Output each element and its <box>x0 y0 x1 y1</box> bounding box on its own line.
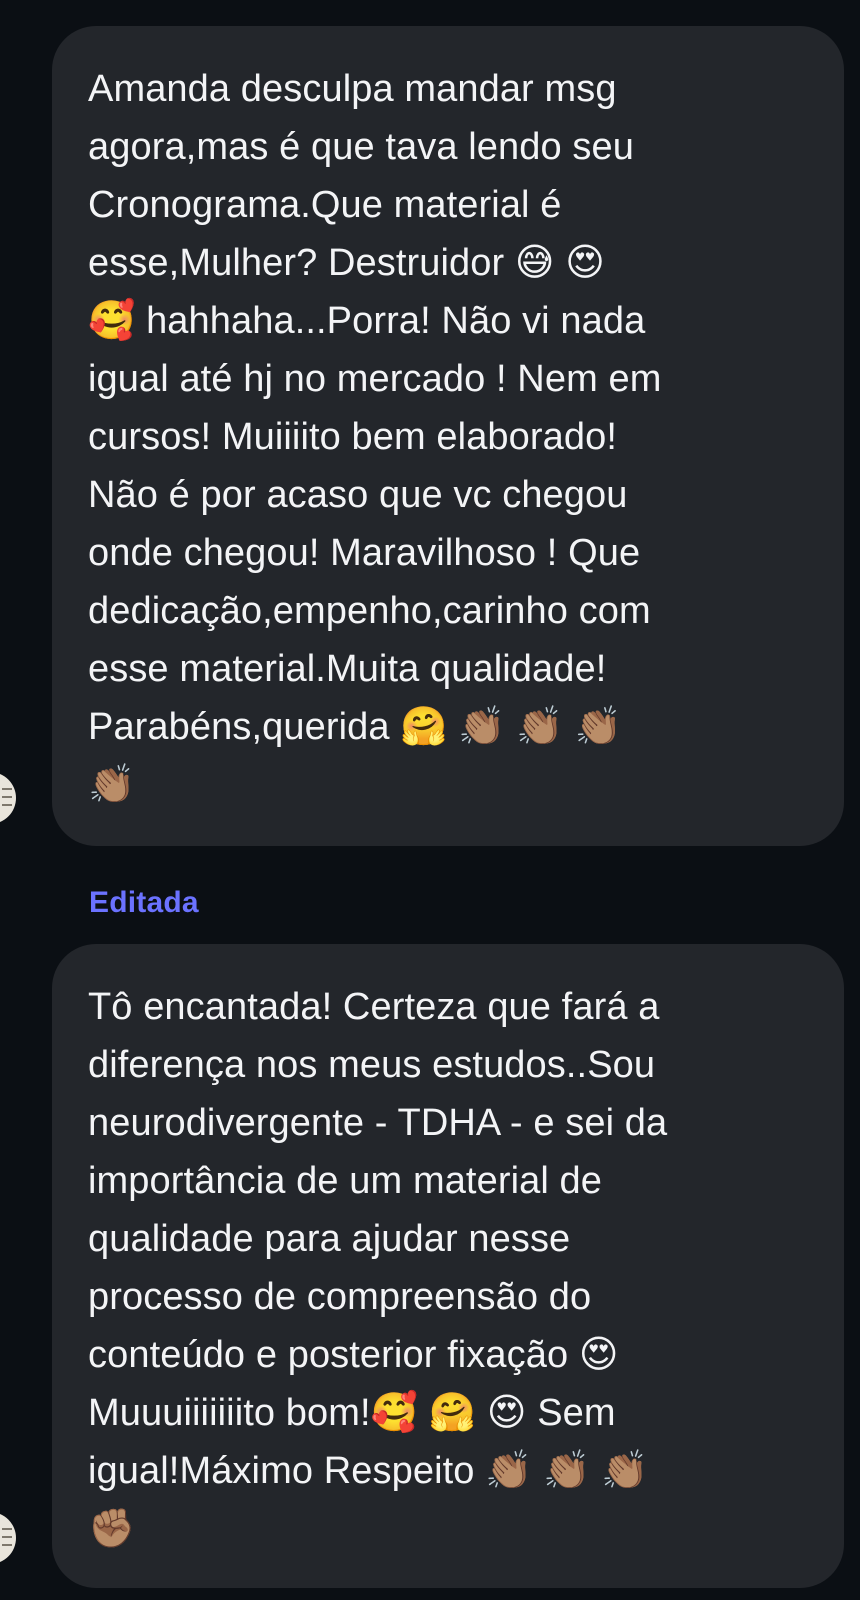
message-text: Amanda desculpa mandar msg agora,mas é q… <box>88 68 662 806</box>
message-text: Tô encantada! Certeza que fará a diferen… <box>88 986 668 1550</box>
message-bubble[interactable]: Tô encantada! Certeza que fará a diferen… <box>52 944 844 1588</box>
sender-avatar[interactable] <box>0 772 16 824</box>
message-bubble[interactable]: Amanda desculpa mandar msg agora,mas é q… <box>52 26 844 846</box>
edited-label: Editada <box>89 886 199 919</box>
sender-avatar[interactable] <box>0 1512 16 1564</box>
chat-thread: Amanda desculpa mandar msg agora,mas é q… <box>0 0 860 1600</box>
